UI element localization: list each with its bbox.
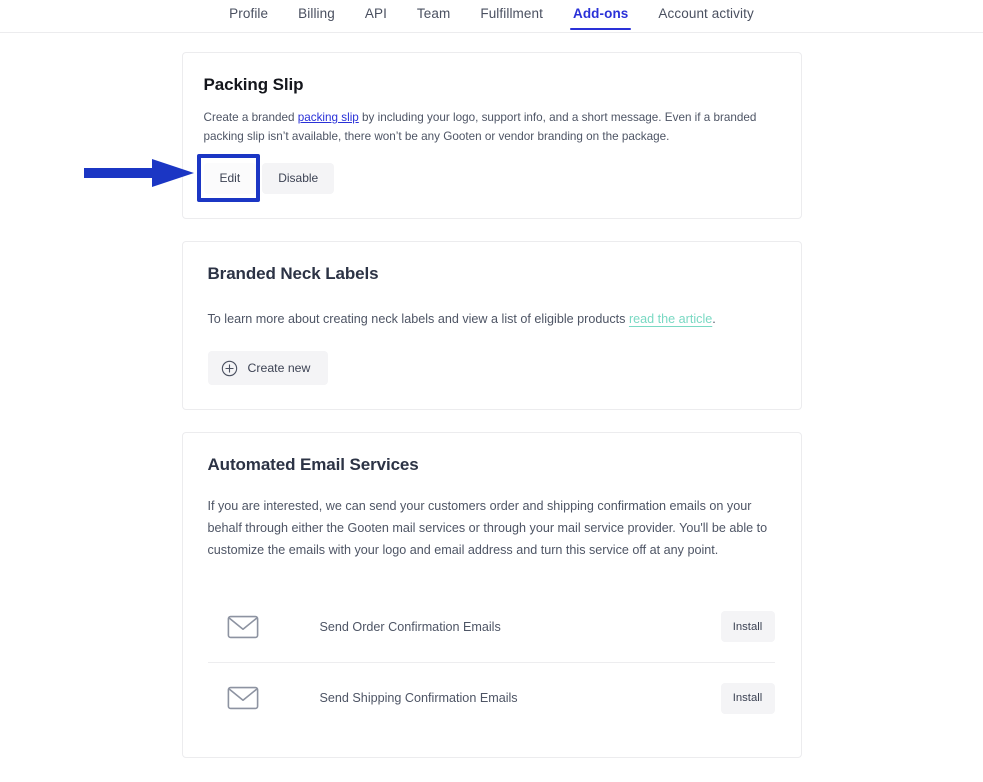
list-item: Send Shipping Confirmation Emails Instal… <box>207 662 775 733</box>
install-shipping-confirmation-button[interactable]: Install <box>720 682 775 714</box>
neck-labels-desc-part1: To learn more about creating neck labels… <box>207 312 629 326</box>
tab-account-activity[interactable]: Account activity <box>643 0 768 30</box>
email-services-description: If you are interested, we can send your … <box>207 499 768 557</box>
tab-add-ons[interactable]: Add-ons <box>558 0 643 30</box>
install-order-confirmation-button[interactable]: Install <box>720 611 775 642</box>
branded-neck-labels-card: Branded Neck Labels To learn more about … <box>181 241 802 410</box>
read-the-article-link[interactable]: read the article <box>629 312 712 326</box>
envelope-icon <box>226 681 260 715</box>
automated-email-services-card: Automated Email Services If you are inte… <box>181 432 802 758</box>
service-label: Send Shipping Confirmation Emails <box>319 691 518 705</box>
service-label: Send Order Confirmation Emails <box>319 619 501 634</box>
packing-slip-desc-part1: Create a branded <box>203 111 298 124</box>
packing-slip-card: Packing Slip Create a branded packing sl… <box>181 52 802 219</box>
create-new-label: Create new <box>247 361 311 375</box>
neck-labels-desc-part2: . <box>712 312 716 326</box>
create-new-button[interactable]: Create new <box>207 351 329 385</box>
packing-slip-description: Create a branded packing slip by includi… <box>204 108 776 146</box>
email-services-title: Automated Email Services <box>207 455 419 474</box>
packing-slip-actions: Edit Disable <box>196 154 776 202</box>
tab-team[interactable]: Team <box>402 0 465 30</box>
add-ons-page: Packing Slip Create a branded packing sl… <box>0 33 983 758</box>
tab-api[interactable]: API <box>350 0 402 30</box>
edit-button[interactable]: Edit <box>203 163 257 194</box>
tab-billing[interactable]: Billing <box>283 0 350 30</box>
envelope-icon <box>226 610 260 644</box>
tab-fulfillment[interactable]: Fulfillment <box>465 0 558 30</box>
neck-labels-description: To learn more about creating neck labels… <box>204 309 776 329</box>
packing-slip-title: Packing Slip <box>203 75 304 94</box>
circle-plus-icon <box>221 360 238 377</box>
packing-slip-link[interactable]: packing slip <box>298 111 359 124</box>
neck-labels-title: Branded Neck Labels <box>207 264 379 283</box>
list-item: Send Order Confirmation Emails Install <box>208 591 775 662</box>
disable-button[interactable]: Disable <box>262 163 335 194</box>
tab-profile[interactable]: Profile <box>214 0 283 30</box>
edit-button-wrapper: Edit <box>196 154 260 202</box>
email-services-list: Send Order Confirmation Emails Install S… <box>204 591 776 733</box>
account-tab-bar: Profile Billing API Team Fulfillment Add… <box>0 0 983 33</box>
